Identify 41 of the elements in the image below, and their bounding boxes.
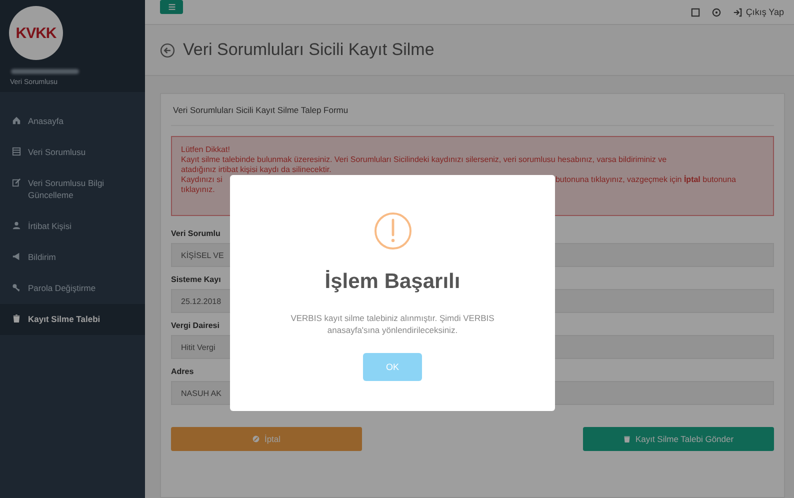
alert-text: atadığınız irtibat kişisi kaydı da silinecektir. xyxy=(181,165,332,175)
sidebar-item[interactable]: Veri Sorumlusu Bilgi Güncelleme xyxy=(0,168,145,211)
field-label: Vergi Dairesi xyxy=(171,321,220,330)
sidebar-item[interactable]: Kayıt Silme Talebi xyxy=(0,304,145,335)
exclamation-icon xyxy=(374,212,412,250)
home-icon xyxy=(12,116,21,125)
submit-button[interactable]: Kayıt Silme Talebi Gönder xyxy=(583,427,774,451)
cancel-button[interactable]: İptal xyxy=(171,427,362,451)
alert-text: tıklayınız. xyxy=(181,185,215,195)
circle-icon xyxy=(712,8,721,16)
alert-text: Kayıt silme talebinde bulunmak üzeresiniz. Veri Sorumluları Sicilindeki kaydınızı silerseniz, veri sorumlusu hesabınız, varsa bildiriminiz ve xyxy=(181,155,667,165)
field-label: Adres xyxy=(171,367,194,376)
form-title: Veri Sorumluları Sicili Kayıt Silme Talep Formu xyxy=(171,94,774,126)
field-label: Sisteme Kayı xyxy=(171,275,221,284)
cancel-icon xyxy=(252,435,260,443)
list-icon xyxy=(12,147,21,156)
square-icon xyxy=(690,8,700,16)
sidebar-item[interactable]: Anasayfa xyxy=(0,106,145,137)
page-title: Veri Sorumluları Sicili Kayıt Silme xyxy=(183,40,434,60)
sidebar-item[interactable]: Parola Değiştirme xyxy=(0,273,145,304)
alert-text: butonuna tıklayınız, vazgeçmek için İptal butonuna xyxy=(555,175,736,185)
logout-icon xyxy=(732,8,742,16)
field-label: Veri Sorumlu xyxy=(171,229,220,238)
bullhorn-icon xyxy=(12,252,21,261)
logo: KVKK xyxy=(9,6,63,60)
logout-link[interactable]: Çıkış Yap xyxy=(732,7,784,17)
alert-heading: Lütfen Dikkat! xyxy=(181,145,230,155)
sidebar-item[interactable]: Bildirim xyxy=(0,242,145,273)
sidebar-item[interactable]: İrtibat Kişisi xyxy=(0,211,145,242)
blurred-user-name xyxy=(11,69,79,74)
dialog-message: VERBIS kayıt silme talebiniz alınmıştır. Şimdi VERBIS anasayfa'sına yönlendirileceksiniz. xyxy=(290,312,496,336)
user-icon xyxy=(12,221,21,230)
alert-text: Kaydınızı si xyxy=(181,175,222,185)
edit-icon xyxy=(12,178,21,187)
menu-button[interactable] xyxy=(160,0,183,14)
menu-icon xyxy=(168,3,176,11)
dialog-title: İşlem Başarılı xyxy=(324,270,460,294)
trash-icon xyxy=(623,435,632,443)
trash-icon xyxy=(12,314,21,323)
sidebar-item[interactable]: Veri Sorumlusu xyxy=(0,137,145,168)
key-icon xyxy=(12,283,21,292)
